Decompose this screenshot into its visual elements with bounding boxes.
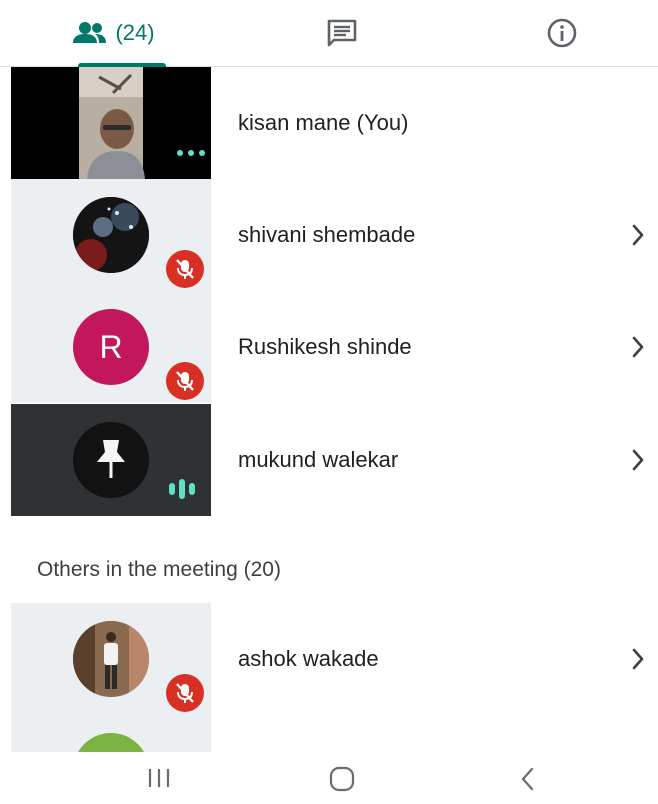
avatar (73, 621, 149, 697)
mic-off-icon (166, 362, 204, 400)
speaking-indicator-icon (169, 479, 195, 499)
chat-icon (326, 18, 358, 48)
avatar: R (73, 309, 149, 385)
camera-feed-image (11, 67, 211, 179)
avatar (73, 197, 149, 273)
participant-tile (11, 603, 211, 715)
others-section-title: Others in the meeting (20) (37, 558, 281, 581)
participant-tile (11, 404, 211, 516)
participant-name: kisan mane (You) (238, 110, 409, 135)
participant-count: (24) (115, 20, 155, 45)
avatar-initial: R (99, 328, 123, 365)
avatar (73, 422, 149, 498)
tab-chat[interactable] (312, 0, 372, 66)
recent-apps-icon[interactable] (146, 766, 172, 790)
chevron-right-icon[interactable] (630, 646, 646, 672)
chevron-right-icon[interactable] (630, 334, 646, 360)
people-icon (73, 21, 107, 45)
participant-tile: R (11, 291, 211, 403)
participant-name: mukund walekar (238, 447, 399, 472)
participant-row-partial[interactable] (0, 715, 658, 752)
meeting-tab-bar: (24) (0, 0, 658, 67)
chevron-right-icon[interactable] (630, 447, 646, 473)
participant-tile (11, 179, 211, 291)
participant-tile (11, 715, 211, 752)
participant-row-self[interactable]: kisan mane (You) (0, 67, 658, 179)
participant-name: ashok wakade (238, 646, 379, 671)
mic-off-icon (166, 250, 204, 288)
participant-row[interactable]: R Rushikesh shinde (0, 291, 658, 403)
system-nav-bar (0, 752, 658, 804)
participant-name: shivani shembade (238, 222, 416, 247)
back-icon[interactable] (518, 766, 538, 792)
home-icon[interactable] (329, 766, 355, 792)
mic-off-icon (166, 674, 204, 712)
tab-info[interactable] (532, 0, 592, 66)
video-tile (11, 67, 211, 179)
participant-row[interactable]: ashok wakade (0, 603, 658, 715)
avatar (73, 733, 149, 752)
participant-name: Rushikesh shinde (238, 334, 412, 359)
info-icon (546, 17, 578, 49)
chevron-right-icon[interactable] (630, 222, 646, 248)
more-options-icon[interactable] (177, 150, 205, 156)
participant-row[interactable]: shivani shembade (0, 179, 658, 291)
tab-people[interactable]: (24) (60, 0, 168, 67)
participant-row[interactable]: mukund walekar (0, 404, 658, 516)
